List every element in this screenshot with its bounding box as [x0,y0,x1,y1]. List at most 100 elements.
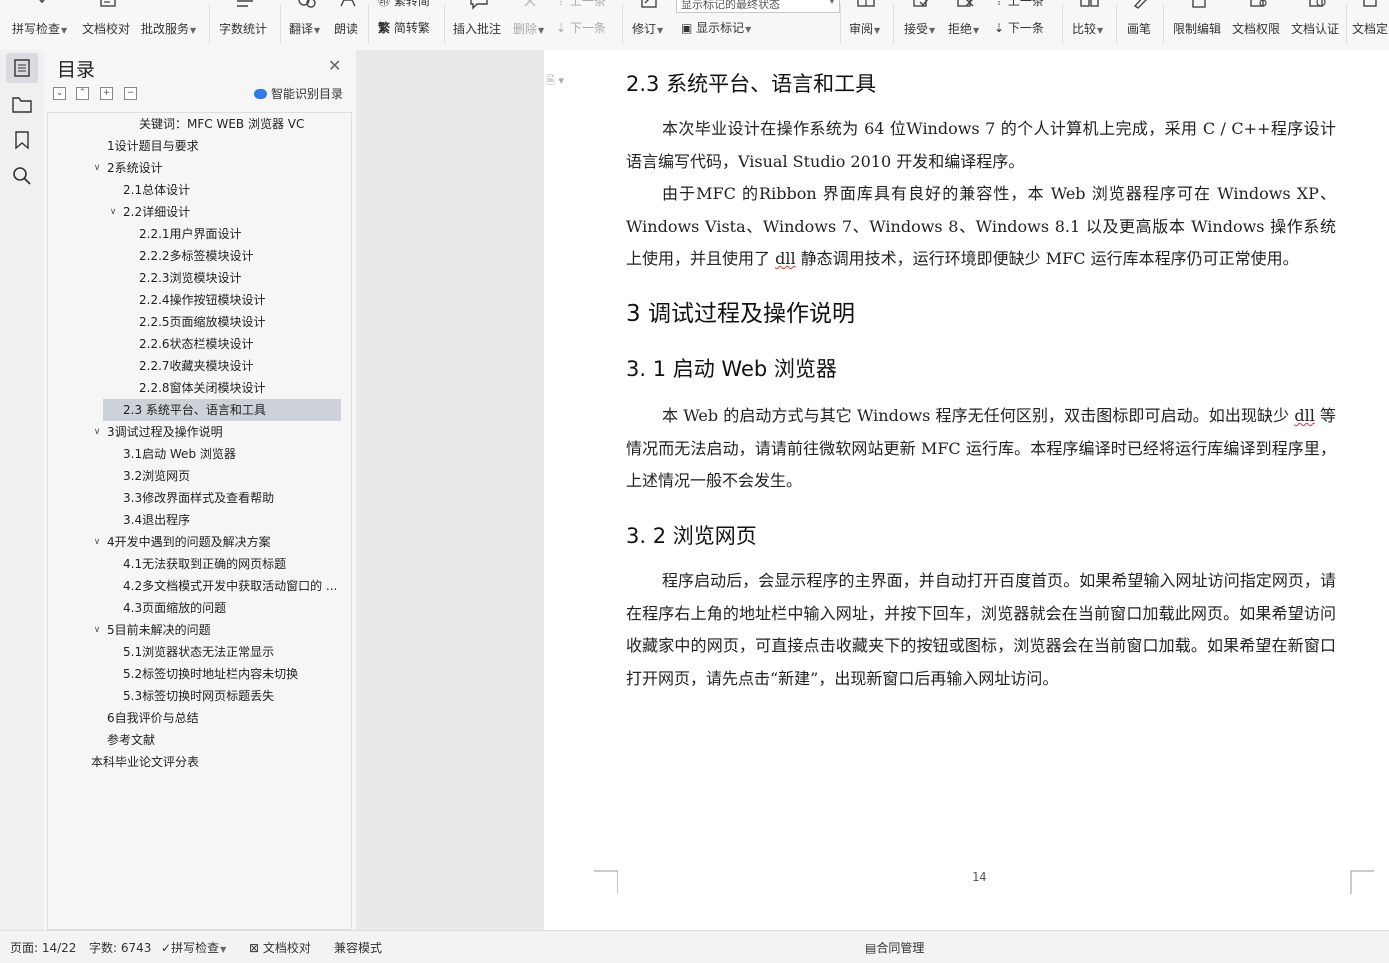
insert-comment-button[interactable]: 插入批注 [453,0,505,50]
toc-item[interactable]: 4.2多文档模式开发中获取活动窗口的 ... [48,575,348,597]
toc-item[interactable]: 2.2.7收藏夹模块设计 [48,355,348,377]
toc-item[interactable]: 2.2.6状态栏模块设计 [48,333,348,355]
toc-item[interactable]: 4.1无法获取到正确的网页标题 [48,553,348,575]
toc-item[interactable]: ∨ 2系统设计 [48,157,348,179]
read-aloud-button[interactable]: 朗读 [334,0,362,50]
ribbon-toolbar: 拼写检查▼ 文档校对 批改服务▼ 字数统计 翻译▼ 朗读 ㊞ 繁转简 繁 简转繁… [0,0,1389,51]
pen-button[interactable]: 画笔 [1127,0,1155,50]
translate-button[interactable]: 翻译▼ [289,0,323,50]
prev-icon: ⇡ [556,0,570,8]
paragraph: 程序启动后，会显示程序的主界面，并自动打开百度首页。如果希望输入网址访问指定网页… [626,571,1336,688]
simp-to-trad-button[interactable]: 繁 简转繁 [378,19,430,36]
proofread-icon [100,0,116,7]
close-icon[interactable]: ✕ [328,56,341,75]
document-area: 2.3 系统平台、语言和工具 本次毕业设计在操作系统为 64 位Windows … [356,50,1389,930]
chevron-down-icon[interactable]: ∨ [91,531,103,553]
bookmark-button[interactable] [10,128,34,152]
reject-button[interactable]: 拒绝▼ [948,0,982,50]
toc-item[interactable]: ∨ 5目前未解决的问题 [48,619,348,641]
markup-mode-select[interactable]: 显示标记的最终状态 ▼ [676,0,840,13]
divider [1346,4,1347,44]
toc-item[interactable]: ∨ 3调试过程及操作说明 [48,421,348,443]
next-comment-button[interactable]: ⇣ 下一条 [556,19,606,36]
contract-manage[interactable]: ▤合同管理 [865,939,924,956]
search-button[interactable] [10,164,34,188]
toc-item[interactable]: 2.2.5页面缩放模块设计 [48,311,348,333]
toc-item[interactable]: 5.2标签切换时地址栏内容未切换 [48,663,348,685]
minus-icon[interactable]: − [124,87,137,100]
word-count[interactable]: 字数: 6743 [89,939,151,956]
document-outline-icon [14,59,30,77]
toc-pane: 目录 ✕ ⌄ ⌃ + − 智能识别目录 关键词：MFC WEB 浏览器 VC 1设… [44,50,356,930]
page-options-icon[interactable]: 🗎 ▾ [546,72,564,91]
toc-item[interactable]: 2.2.2多标签模块设计 [48,245,348,267]
word-count-button[interactable]: 字数统计 [219,0,271,50]
bookmark-nav-button[interactable] [10,92,34,116]
toc-item[interactable]: 3.1启动 Web 浏览器 [48,443,348,465]
convert-icon: ㊞ [378,0,394,8]
toc-item[interactable]: ∨ 2.2详细设计 [48,201,348,223]
chevron-down-icon[interactable]: ∨ [107,201,119,223]
chevron-down-icon[interactable]: ∨ [91,619,103,641]
next-change-button[interactable]: ⇣ 下一条 [994,19,1044,36]
accept-button[interactable]: 接受▼ [904,0,938,50]
convert-icon: 繁 [378,21,391,35]
toc-item[interactable]: 4.3页面缩放的问题 [48,597,348,619]
toc-item[interactable]: 2.2.8窗体关闭模块设计 [48,377,348,399]
toc-item-label: 2系统设计 [107,161,163,175]
toc-item[interactable]: 2.2.1用户界面设计 [48,223,348,245]
doc-cert-button[interactable]: 文档认证 [1291,0,1343,50]
toc-item-label: 2.2.1用户界面设计 [139,227,242,241]
review-service-button[interactable]: 批改服务▼ [141,0,201,50]
prev-change-button[interactable]: ⇡ 上一条 [994,0,1044,9]
toc-item[interactable]: 关键词：MFC WEB 浏览器 VC [48,113,348,135]
toc-item[interactable]: 3.2浏览网页 [48,465,348,487]
toc-item[interactable]: ∨ 4开发中遇到的问题及解决方案 [48,531,348,553]
divider [1116,4,1117,44]
toc-item-label: 3.2浏览网页 [123,469,191,483]
toc-item[interactable]: 2.2.4操作按钮模块设计 [48,289,348,311]
toc-item[interactable]: 3.4退出程序 [48,509,348,531]
plus-icon[interactable]: + [100,87,113,100]
restrict-edit-button[interactable]: 限制编辑 [1173,0,1225,50]
smart-toc-button[interactable]: 智能识别目录 [254,85,343,102]
toc-item[interactable]: 2.2.3浏览模块设计 [48,267,348,289]
divider [1163,4,1164,44]
doc-permission-button[interactable]: 文档权限 [1232,0,1284,50]
status-bar: 页面: 14/22 字数: 6743 ✓拼写检查▼ ⊠ 文档校对 兼容模式 ▤合… [0,930,1389,963]
spell-error[interactable]: dll [1294,406,1314,425]
review-button[interactable]: 审阅▼ [849,0,883,50]
toc-item[interactable]: 本科毕业论文评分表 [48,751,348,773]
expand-up-icon[interactable]: ⌃ [76,87,89,100]
search-icon [13,167,31,185]
toc-nav-button[interactable] [6,53,38,83]
track-changes-button[interactable]: 修订▼ [632,0,666,50]
doc-final-button[interactable]: 文档定 [1352,0,1389,50]
spell-error[interactable]: dll [775,249,795,268]
chevron-down-icon[interactable]: ∨ [91,421,103,443]
collapse-all-icon[interactable]: ⌄ [53,87,66,100]
page-number: 14 [972,870,987,884]
toc-item[interactable]: 1设计题目与要求 [48,135,348,157]
toc-item[interactable]: 参考文献 [48,729,348,751]
compare-button[interactable]: 比较▼ [1072,0,1106,50]
toc-item[interactable]: 2.1总体设计 [48,179,348,201]
toc-item-label: 1设计题目与要求 [107,139,199,153]
delete-comment-button[interactable]: 删除▼ [513,0,547,50]
toc-item[interactable]: 5.1浏览器状态无法正常显示 [48,641,348,663]
prev-comment-button[interactable]: ⇡ 上一条 [556,0,606,9]
page-indicator[interactable]: 页面: 14/22 [10,939,76,956]
chevron-down-icon[interactable]: ∨ [91,157,103,179]
doc-proofread-button[interactable]: 文档校对 [82,0,134,50]
divider [893,4,894,44]
status-spell-check[interactable]: ✓拼写检查▼ [161,939,226,956]
trad-to-simp-button[interactable]: ㊞ 繁转简 [378,0,430,9]
document-page[interactable]: 2.3 系统平台、语言和工具 本次毕业设计在操作系统为 64 位Windows … [544,50,1389,930]
toc-item[interactable]: 3.3修改界面样式及查看帮助 [48,487,348,509]
toc-item[interactable]: 2.3 系统平台、语言和工具 [103,399,341,421]
status-proofread[interactable]: ⊠ 文档校对 [249,939,311,956]
show-markup-button[interactable]: ▣ 显示标记▼ [681,19,751,36]
toc-item[interactable]: 5.3标签切换时网页标题丢失 [48,685,348,707]
spell-check-button[interactable]: 拼写检查▼ [12,0,72,50]
toc-item[interactable]: 6自我评价与总结 [48,707,348,729]
